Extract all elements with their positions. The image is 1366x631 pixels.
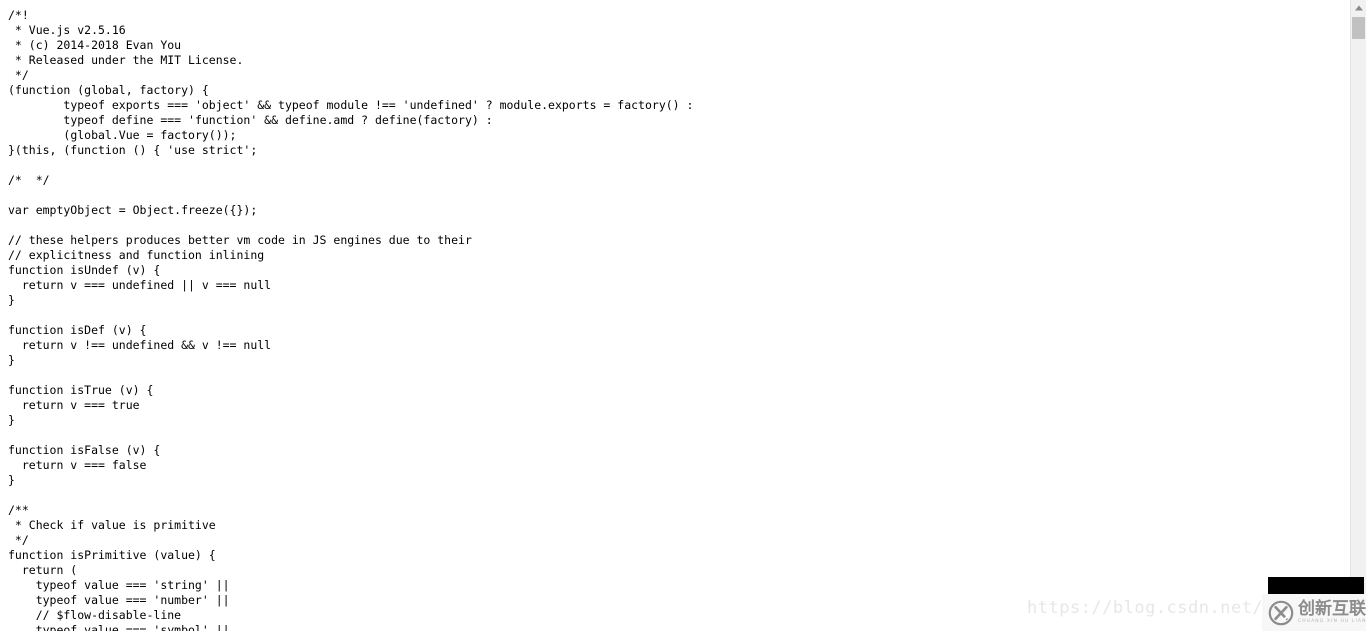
source-line: /**: [8, 503, 29, 517]
source-line: return (: [8, 563, 78, 577]
scrollbar-up-button[interactable]: [1351, 0, 1366, 16]
source-line: (function (global, factory) {: [8, 83, 209, 97]
source-line: function isPrimitive (value) {: [8, 548, 216, 562]
source-line: }: [8, 353, 15, 367]
source-line: function isTrue (v) {: [8, 383, 154, 397]
source-line: return v === true: [8, 398, 140, 412]
source-line: [8, 428, 1350, 443]
source-line: /*!: [8, 8, 29, 22]
logo-text-wrap: 创新互联 CHUANG XIN HU LIAN: [1298, 600, 1366, 625]
logo-company-name: 创新互联: [1298, 599, 1366, 619]
source-line: function isDef (v) {: [8, 323, 147, 337]
source-line: var emptyObject = Object.freeze({});: [8, 203, 258, 217]
source-line: typeof exports === 'object' && typeof mo…: [8, 98, 694, 112]
source-line: [8, 308, 1350, 323]
source-code-text: /*! * Vue.js v2.5.16 * (c) 2014-2018 Eva…: [0, 0, 1350, 631]
source-line: function isFalse (v) {: [8, 443, 161, 457]
source-line: * Released under the MIT License.: [8, 53, 244, 67]
triangle-up-icon: [1354, 5, 1363, 11]
source-line: */: [8, 68, 29, 82]
source-line: // these helpers produces better vm code…: [8, 233, 472, 247]
source-line: typeof value === 'symbol' ||: [8, 623, 230, 631]
source-line: [8, 188, 1350, 203]
logo-top-black-bar: [1268, 577, 1364, 594]
source-line: [8, 218, 1350, 233]
source-line: [8, 488, 1350, 503]
source-line: function isUndef (v) {: [8, 263, 161, 277]
watermark-url-text: https://blog.csdn.net/qq: [1027, 598, 1285, 618]
vertical-scrollbar[interactable]: [1350, 0, 1366, 631]
scrollbar-thumb[interactable]: [1352, 17, 1365, 39]
source-line: * (c) 2014-2018 Evan You: [8, 38, 182, 52]
logo-company-pinyin: CHUANG XIN HU LIAN: [1298, 619, 1366, 624]
source-line: * Vue.js v2.5.16: [8, 23, 126, 37]
source-line: (global.Vue = factory());: [8, 128, 237, 142]
source-line: // explicitness and function inlining: [8, 248, 265, 262]
source-line: [8, 368, 1350, 383]
source-line: }: [8, 413, 15, 427]
source-line: }(this, (function () { 'use strict';: [8, 143, 258, 157]
source-line: return v === undefined || v === null: [8, 278, 272, 292]
source-line: return v !== undefined && v !== null: [8, 338, 272, 352]
source-line: */: [8, 533, 29, 547]
source-line: }: [8, 473, 15, 487]
source-line: typeof define === 'function' && define.a…: [8, 113, 493, 127]
source-code-viewport[interactable]: /*! * Vue.js v2.5.16 * (c) 2014-2018 Eva…: [0, 0, 1350, 631]
source-line: }: [8, 293, 15, 307]
source-line: typeof value === 'string' ||: [8, 578, 230, 592]
source-line: * Check if value is primitive: [8, 518, 216, 532]
source-line: [8, 158, 1350, 173]
site-logo-block: 创新互联 CHUANG XIN HU LIAN: [1262, 577, 1366, 631]
source-line: return v === false: [8, 458, 147, 472]
circled-x-icon: [1268, 600, 1294, 626]
scrollbar-track[interactable]: [1351, 16, 1366, 615]
logo-body: 创新互联 CHUANG XIN HU LIAN: [1262, 594, 1366, 631]
source-line: /* */: [8, 173, 50, 187]
